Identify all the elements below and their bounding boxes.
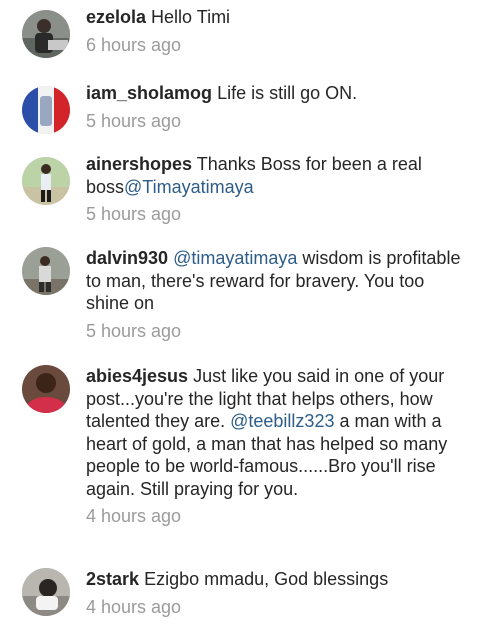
avatar[interactable] bbox=[22, 365, 70, 413]
mention-link[interactable]: @timayatimaya bbox=[173, 248, 297, 268]
username-link[interactable]: ezelola bbox=[86, 7, 146, 27]
comment-text: Hello Timi bbox=[151, 7, 231, 27]
username-link[interactable]: dalvin930 bbox=[86, 248, 168, 268]
comment-content: ezelola Hello Timi 6 hours ago bbox=[86, 6, 468, 56]
username-link[interactable]: 2stark bbox=[86, 569, 139, 589]
comment-body: ezelola Hello Timi bbox=[86, 6, 468, 29]
timestamp: 5 hours ago bbox=[86, 204, 182, 224]
avatar[interactable] bbox=[22, 247, 70, 295]
avatar[interactable] bbox=[22, 86, 70, 134]
comment-text: Life is still go ON. bbox=[217, 83, 358, 103]
username-link[interactable]: abies4jesus bbox=[86, 366, 188, 386]
comment-text: Ezigbo mmadu, God blessings bbox=[144, 569, 389, 589]
mention-link[interactable]: @Timayatimaya bbox=[124, 177, 254, 197]
comment-body: abies4jesus Just like you said in one of… bbox=[86, 365, 468, 500]
avatar[interactable] bbox=[22, 568, 70, 616]
username-link[interactable]: ainershopes bbox=[86, 154, 192, 174]
avatar[interactable] bbox=[22, 157, 70, 205]
timestamp: 4 hours ago bbox=[86, 506, 182, 526]
comment-content: dalvin930 @timayatimaya wisdom is profit… bbox=[86, 247, 468, 342]
username-link[interactable]: iam_sholamog bbox=[86, 83, 212, 103]
timestamp: 5 hours ago bbox=[86, 110, 182, 131]
timestamp: 6 hours ago bbox=[86, 34, 182, 55]
comment-content: ainershopes Thanks Boss for been a real … bbox=[86, 153, 468, 225]
avatar[interactable] bbox=[22, 10, 70, 58]
comment-body: dalvin930 @timayatimaya wisdom is profit… bbox=[86, 247, 468, 315]
comment-content: iam_sholamog Life is still go ON. 5 hour… bbox=[86, 82, 468, 132]
comment-body: ainershopes Thanks Boss for been a real … bbox=[86, 153, 468, 198]
comment-body: 2stark Ezigbo mmadu, God blessings bbox=[86, 568, 468, 591]
mention-link[interactable]: @teebillz323 bbox=[230, 411, 334, 431]
comment-content: abies4jesus Just like you said in one of… bbox=[86, 365, 468, 527]
timestamp: 5 hours ago bbox=[86, 320, 182, 341]
timestamp: 4 hours ago bbox=[86, 596, 182, 617]
comment-body: iam_sholamog Life is still go ON. bbox=[86, 82, 468, 105]
comment-content: 2stark Ezigbo mmadu, God blessings 4 hou… bbox=[86, 568, 468, 618]
